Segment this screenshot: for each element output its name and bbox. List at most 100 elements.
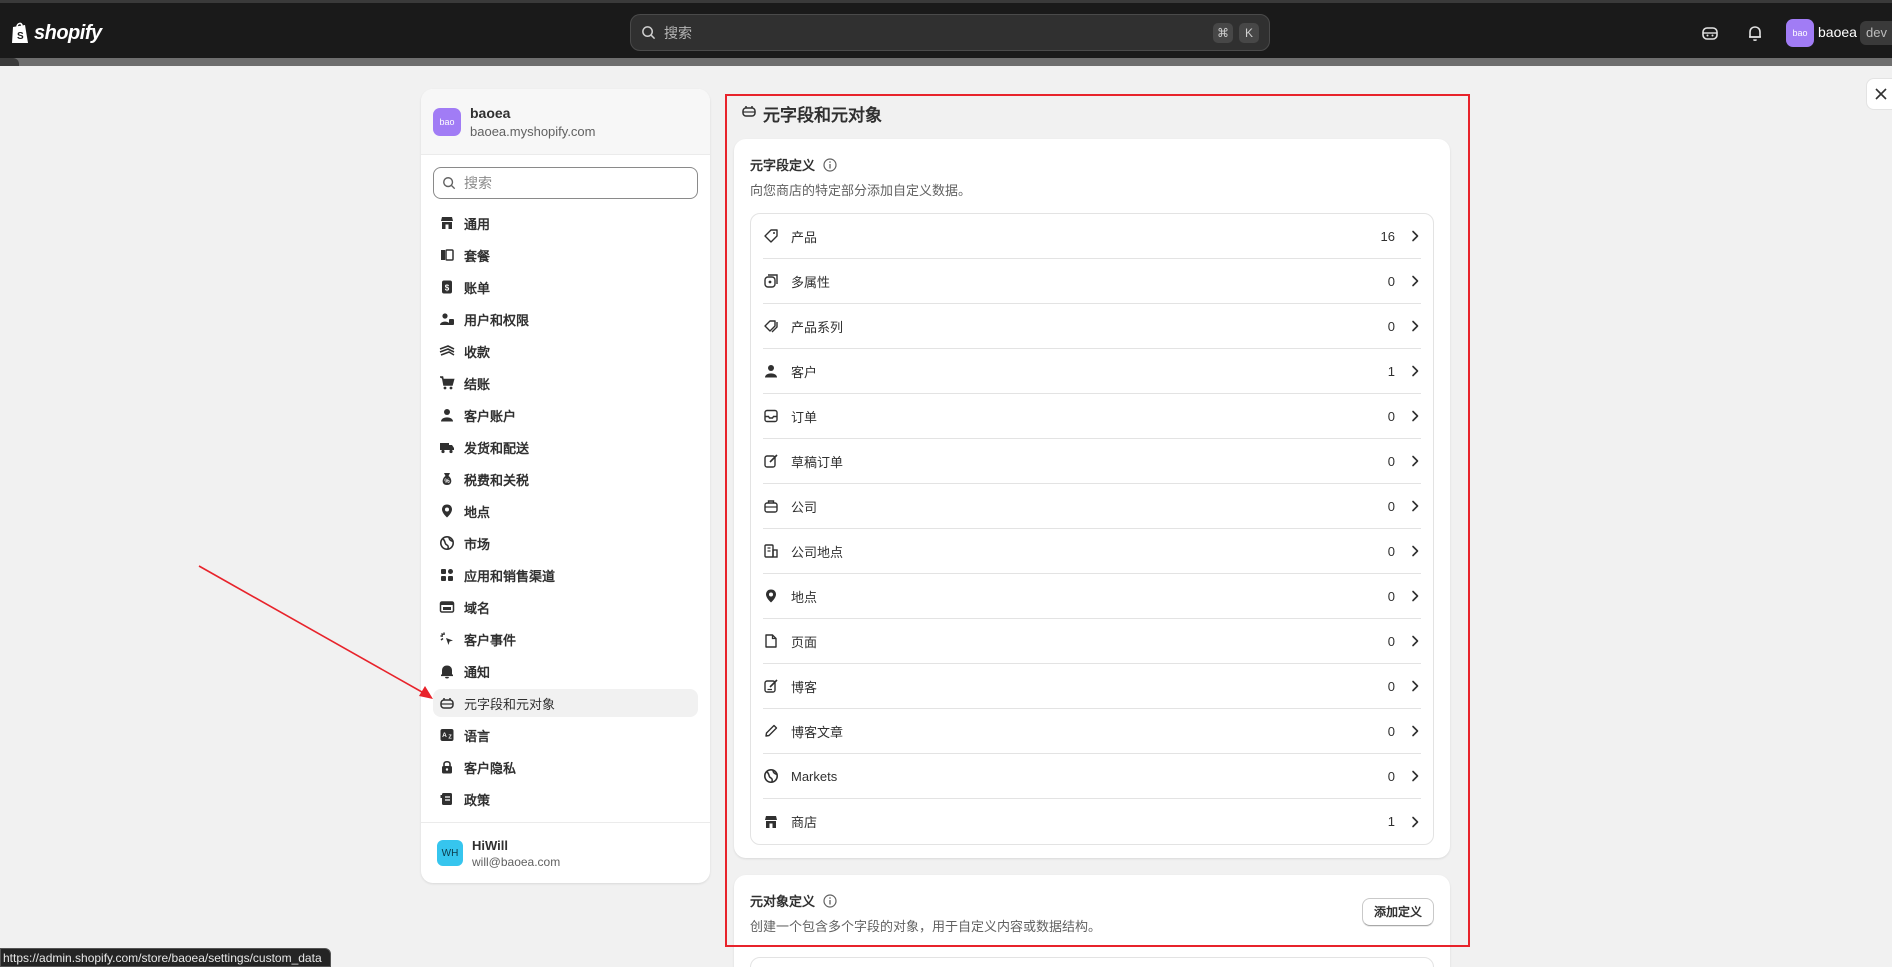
tax-icon: % [439,471,455,487]
metafield-row-label: 产品 [791,229,818,245]
svg-text:%: % [444,479,450,485]
bell-icon[interactable] [1745,23,1765,43]
dev-badge: dev [1860,21,1892,45]
sidebar-item[interactable]: 地点 [433,497,698,525]
sidebar-item[interactable]: 结账 [433,369,698,397]
sidebar-item[interactable]: 元字段和元对象 [433,689,698,717]
metafield-row[interactable]: 产品系列 0 [763,304,1421,349]
sidebar-item-label: 账单 [464,280,491,296]
metafield-row-label: 地点 [791,589,818,605]
metafield-row-label: 博客文章 [791,724,844,740]
metafield-row-count: 0 [1387,723,1395,739]
sidebar-item[interactable]: 套餐 [433,241,698,269]
sidebar-item[interactable]: 用户和权限 [433,305,698,333]
metafield-row[interactable]: 订单 0 [763,394,1421,439]
chevron-right-icon [1412,590,1419,602]
metafield-row-count: 0 [1387,498,1395,514]
chevron-right-icon [1412,365,1419,377]
store-domain: baoea.myshopify.com [470,123,596,139]
store-header[interactable]: bao baoea baoea.myshopify.com [421,89,710,155]
metafield-row[interactable]: 商店 1 [763,799,1421,844]
metaobject-definitions-card: 元对象定义 创建一个包含多个字段的对象，用于自定义内容或数据结构。 添加定义 [734,875,1450,967]
loading-bar-fill [0,58,19,66]
metafield-row[interactable]: 公司 0 [763,484,1421,529]
search-icon [443,177,456,190]
sidebar-item[interactable]: 市场 [433,529,698,557]
sidebar-item[interactable]: $ 账单 [433,273,698,301]
metafield-row-label: 商店 [791,815,818,830]
metaobjects-description: 创建一个包含多个字段的对象，用于自定义内容或数据结构。 [750,919,1102,934]
sidebar-item-label: 域名 [464,600,491,616]
sidebar-item[interactable]: 通知 [433,657,698,685]
metafield-row[interactable]: 草稿订单 0 [763,439,1421,484]
current-user[interactable]: WH HiWill will@baoea.com [421,822,710,883]
users-icon [439,311,455,327]
sidebar-item-label: 用户和权限 [464,312,530,328]
metafield-list: 产品 16 多属性 0 产品系列 0 客户 1 订单 0 草稿订单 0 公司 0 公司地点 0 地点 0 页面 0 博客… [750,213,1434,845]
sidebar-item[interactable]: 客户事件 [433,625,698,653]
sidebar-item-label: 收款 [464,344,491,360]
policy-icon [439,791,455,807]
sidebar-item[interactable]: 域名 [433,593,698,621]
sidebar-item[interactable]: 通用 [433,209,698,237]
global-search-input[interactable]: 搜索 ⌘ K [630,14,1270,51]
settings-search-input[interactable]: 搜索 [433,167,698,199]
logo-text: shopify [34,21,102,44]
sidebar-item-label: 结账 [464,376,491,392]
metafield-row-count: 16 [1380,228,1395,244]
metafield-row-count: 0 [1387,543,1395,559]
settings-sidebar: bao baoea baoea.myshopify.com 搜索 通用套餐 $ 账单… [421,89,710,883]
sidebar-item[interactable]: 收款 [433,337,698,365]
sidebar-item[interactable]: A Z 语言 [433,721,698,749]
sidebar-item-label: 税费和关税 [464,472,530,488]
person-icon [439,407,455,423]
metafield-row[interactable]: 客户 1 [763,349,1421,394]
page-title-text: 元字段和元对象 [763,106,882,125]
metafield-row[interactable]: 产品 16 [763,214,1421,259]
metafield-row-count: 0 [1387,408,1395,424]
metafield-row[interactable]: 博客文章 0 [763,709,1421,754]
sidebar-item-label: 市场 [464,536,491,552]
chevron-right-icon [1412,275,1419,287]
store-name[interactable]: baoea [1818,24,1857,40]
metafield-row-count: 0 [1387,273,1395,289]
sidebar-item[interactable]: 客户账户 [433,401,698,429]
store-name: baoea [470,104,511,121]
metafield-row[interactable]: 公司地点 0 [763,529,1421,574]
shopify-logo[interactable]: S shopify [10,21,102,45]
metafield-row-count: 0 [1387,768,1395,784]
metafield-row-label: 多属性 [791,274,831,290]
sidebar-item[interactable]: 政策 [433,785,698,813]
sidebar-item[interactable]: 发货和配送 [433,433,698,461]
lock-icon [439,759,455,775]
metafield-definitions-card: 元字段定义 向您商店的特定部分添加自定义数据。 产品 16 多属性 0 产品系列 0 客户 1… [734,139,1450,858]
assistant-icon[interactable] [1700,23,1720,43]
metafield-row-count: 1 [1387,363,1395,379]
info-icon[interactable] [823,157,837,172]
user-name: HiWill [472,837,508,853]
store-avatar[interactable]: bao [1786,19,1814,47]
metaobject-list-row[interactable] [750,957,1434,967]
language-icon: AZ [439,727,455,743]
search-icon [642,26,656,40]
truck-icon [439,439,455,455]
tag-icon [763,228,779,244]
sidebar-item[interactable]: 客户隐私 [433,753,698,781]
metafield-row[interactable]: 地点 0 [763,574,1421,619]
metafield-row[interactable]: 多属性 0 [763,259,1421,304]
order-icon [763,408,779,424]
sidebar-item-label: 语言 [464,728,491,744]
sidebar-item[interactable]: % 税费和关税 [433,465,698,493]
info-icon[interactable] [823,893,837,908]
add-definition-button[interactable]: 添加定义 [1361,898,1434,926]
sidebar-item[interactable]: 应用和销售渠道 [433,561,698,589]
close-settings-button[interactable] [1866,78,1892,110]
metafield-row[interactable]: 页面 0 [763,619,1421,664]
sidebar-item-label: 通知 [464,664,491,680]
metafield-row-label: 草稿订单 [791,454,844,470]
sidebar-item-label: 元字段和元对象 [464,696,556,712]
metafield-row[interactable]: 博客 0 [763,664,1421,709]
top-bar: S shopify 搜索 ⌘ K bao baoea dev [0,0,1892,58]
sidebar-item-label: 客户账户 [464,408,517,424]
metafield-row[interactable]: Markets 0 [763,754,1421,799]
